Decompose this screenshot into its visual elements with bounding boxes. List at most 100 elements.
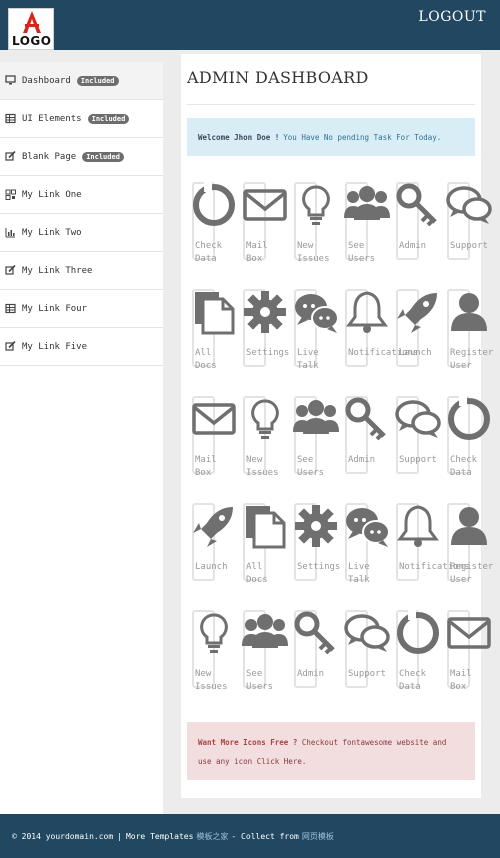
included-badge: Included [87,113,130,124]
tile-register-user[interactable]: Register User [444,289,493,393]
sidebar-item-label: UI Elements [22,113,82,124]
logout-button[interactable]: LOGOUT [418,9,486,25]
included-badge: Included [76,75,119,86]
tile-admin[interactable]: Admin [393,182,441,286]
circle-notch-icon [397,610,439,654]
footer-link-templates[interactable]: 模板之家 [196,831,228,842]
footer-more-templates: More Templates [125,831,194,841]
sidebar-item-my-link-two[interactable]: My Link Two [0,214,163,252]
tile-admin[interactable]: Admin [291,610,339,714]
tile-notifications[interactable]: Notifications [393,503,469,607]
tile-label: Support [450,241,488,251]
page-title: ADMIN DASHBOARD [187,68,369,87]
comments-icon [395,400,441,438]
welcome-alert-bold: Welcome Jhon Doe ! [198,132,280,142]
logo[interactable]: LOGO [8,8,54,50]
tile-new-issues[interactable]: New Issues [240,396,288,500]
tile-mail-box[interactable]: Mail Box [444,610,492,714]
comments-icon [344,614,390,652]
tile-label: Register User [450,562,494,585]
envelope-icon [192,403,236,435]
users-icon [344,186,390,220]
sidebar-item-label: My Link Five [22,341,88,352]
tile-register-user[interactable]: Register User [444,503,493,607]
sidebar-item-label: My Link Two [22,227,82,238]
logo-a-icon [23,11,41,33]
sidebar-item-label: My Link One [22,189,82,200]
tile-row: All Docs Settings Live Talk Notifications La… [189,289,493,396]
tile-new-issues[interactable]: New Issues [189,610,237,714]
edit-icon [5,151,16,161]
chat-bubbles-icon [346,508,390,547]
tile-new-issues[interactable]: New Issues [291,182,339,286]
footer-link-web-templates[interactable]: 网页模板 [302,831,334,842]
tile-live-talk[interactable]: Live Talk [291,289,339,393]
tile-support[interactable]: Support [393,396,441,500]
tile-all-docs[interactable]: All Docs [240,503,288,607]
icon-tile-grid: Check Data Mail Box New Issues See Users Adm… [189,182,493,717]
title-divider [187,104,475,105]
top-navbar: LOGO LOGOUT [0,0,500,50]
rocket-icon [397,293,437,333]
files-icon [246,506,286,549]
circle-notch-icon [448,396,490,440]
click-here-link[interactable]: Click Here. [257,757,307,766]
users-icon [242,614,288,648]
lightbulb-icon [302,185,330,225]
included-badge: Included [82,151,124,162]
key-icon [294,611,335,655]
qrcode-icon [5,189,16,200]
envelope-icon [243,189,287,221]
tile-label: Mail Box [450,669,472,692]
sidebar-item-blank-page[interactable]: Blank Page Included [0,138,163,176]
tile-live-talk[interactable]: Live Talk [342,503,390,607]
gear-icon [244,291,286,333]
tile-launch[interactable]: Launch [393,289,441,393]
footer-separator: | [117,831,122,841]
sidebar: Dashboard Included UI Elements Included Blan… [0,62,163,814]
key-icon [345,397,386,441]
sidebar-item-label: My Link Three [22,265,93,276]
tile-mail-box[interactable]: Mail Box [189,396,237,500]
sidebar-item-dashboard[interactable]: Dashboard Included [0,62,163,100]
tile-launch[interactable]: Launch [189,503,237,607]
tile-settings[interactable]: Settings [291,503,340,607]
user-icon [451,507,487,545]
logo-text: LOGO [12,34,52,48]
sidebar-item-my-link-four[interactable]: My Link Four [0,290,163,328]
tile-support[interactable]: Support [342,610,390,714]
tile-check-data[interactable]: Check Data [393,610,441,714]
bell-icon [346,291,388,333]
tile-see-users[interactable]: See Users [240,610,288,714]
user-icon [451,293,487,331]
icons-alert-bold: Want More Icons Free ? [198,738,298,747]
tile-all-docs[interactable]: All Docs [189,289,237,393]
files-icon [195,292,235,335]
tile-see-users[interactable]: See Users [342,182,390,286]
sidebar-item-my-link-five[interactable]: My Link Five [0,328,163,366]
tile-see-users[interactable]: See Users [291,396,339,500]
tile-label: Register User [450,348,494,371]
table-icon [5,113,16,124]
footer-collect: - Collect from [231,831,299,841]
tile-notifications[interactable]: Notifications [342,289,418,393]
tile-admin[interactable]: Admin [342,396,390,500]
tile-mail-box[interactable]: Mail Box [240,182,288,286]
sidebar-item-ui-elements[interactable]: UI Elements Included [0,100,163,138]
tile-check-data[interactable]: Check Data [189,182,237,286]
tile-check-data[interactable]: Check Data [444,396,492,500]
rocket-icon [193,507,233,547]
sidebar-item-label: Dashboard [22,75,71,86]
welcome-alert-text: You Have No pending Task For Today. [283,132,442,142]
lightbulb-icon [200,613,228,653]
desktop-icon [5,75,16,85]
sidebar-item-my-link-three[interactable]: My Link Three [0,252,163,290]
tile-settings[interactable]: Settings [240,289,289,393]
tile-row: Check Data Mail Box New Issues See Users Adm… [189,182,492,289]
circle-notch-icon [193,182,235,226]
edit-icon [5,265,16,275]
sidebar-item-my-link-one[interactable]: My Link One [0,176,163,214]
key-icon [396,183,437,227]
tile-support[interactable]: Support [444,182,492,286]
tile-row: New Issues See Users Admin Support Check Dat… [189,610,492,717]
